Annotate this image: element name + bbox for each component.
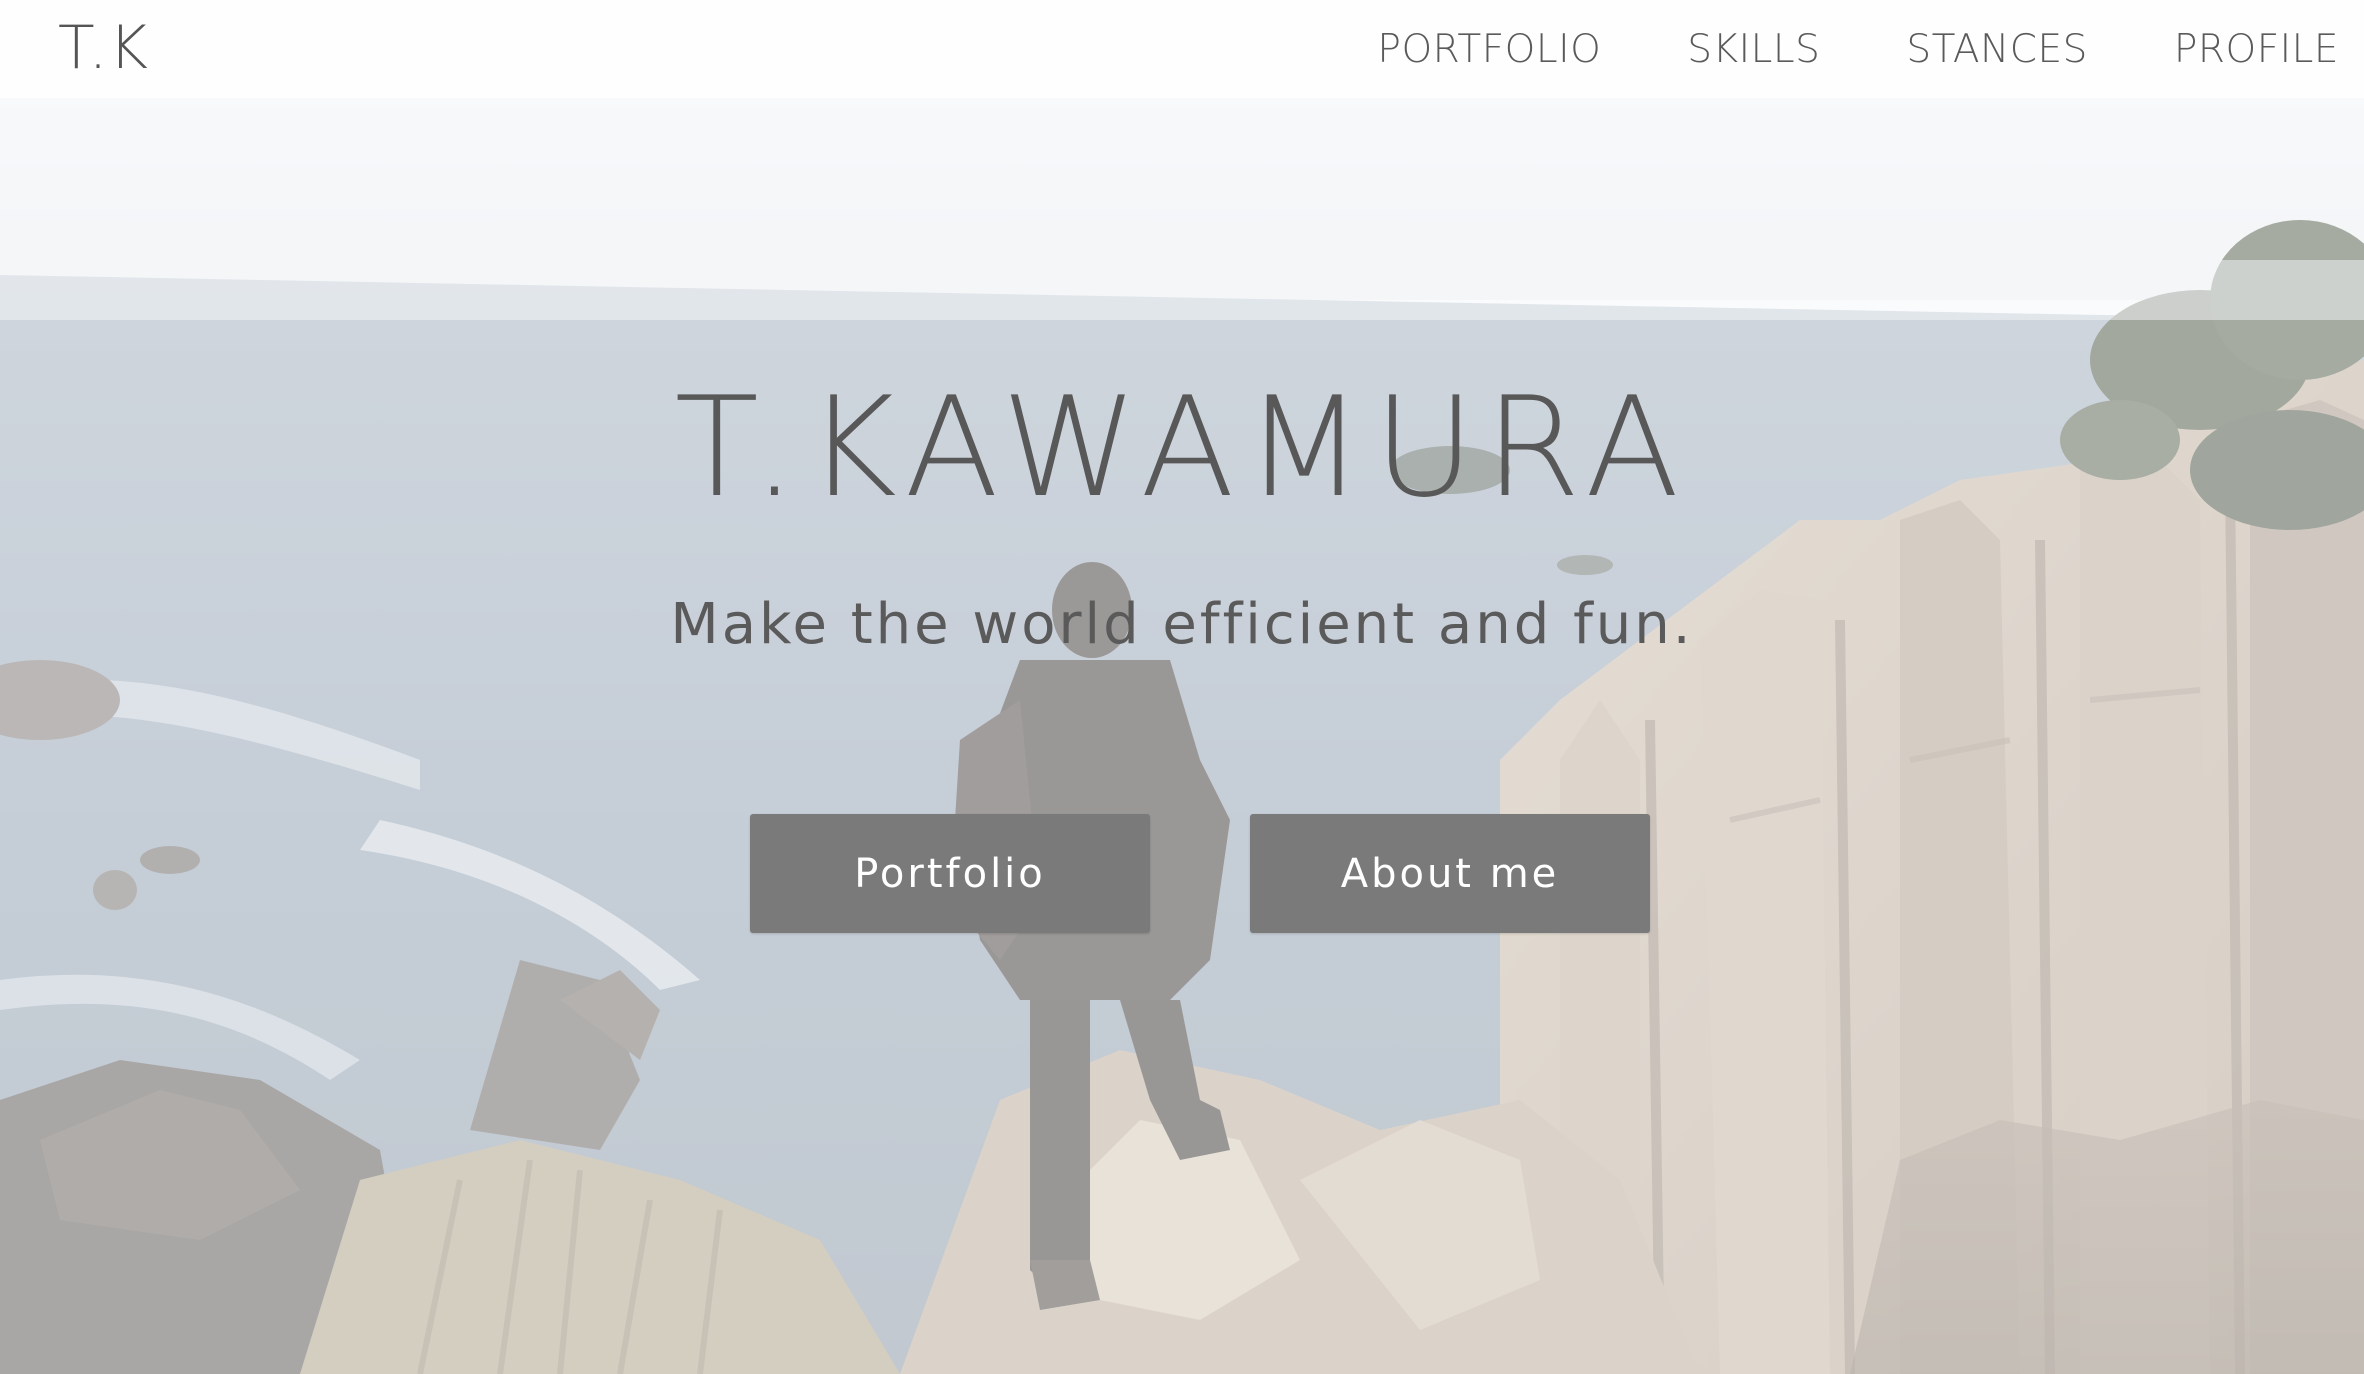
page: T.K PORTFOLIO SKILLS STANCES PROFILE T.K… [0,0,2364,1374]
portfolio-button[interactable]: Portfolio [750,814,1150,933]
hero-title: T.KAWAMURA [674,367,1690,528]
hero-tagline: Make the world efficient and fun. [670,592,1694,657]
site-header: T.K PORTFOLIO SKILLS STANCES PROFILE [0,0,2364,98]
nav-link-stances[interactable]: STANCES [1906,27,2088,72]
about-me-button[interactable]: About me [1250,814,1650,933]
hero-overlay [0,0,2364,1374]
nav-link-skills[interactable]: SKILLS [1687,27,1820,72]
site-logo[interactable]: T.K [58,10,149,86]
nav-link-portfolio[interactable]: PORTFOLIO [1377,27,1601,72]
main-nav: PORTFOLIO SKILLS STANCES PROFILE [1377,0,2339,98]
nav-link-profile[interactable]: PROFILE [2174,27,2339,72]
